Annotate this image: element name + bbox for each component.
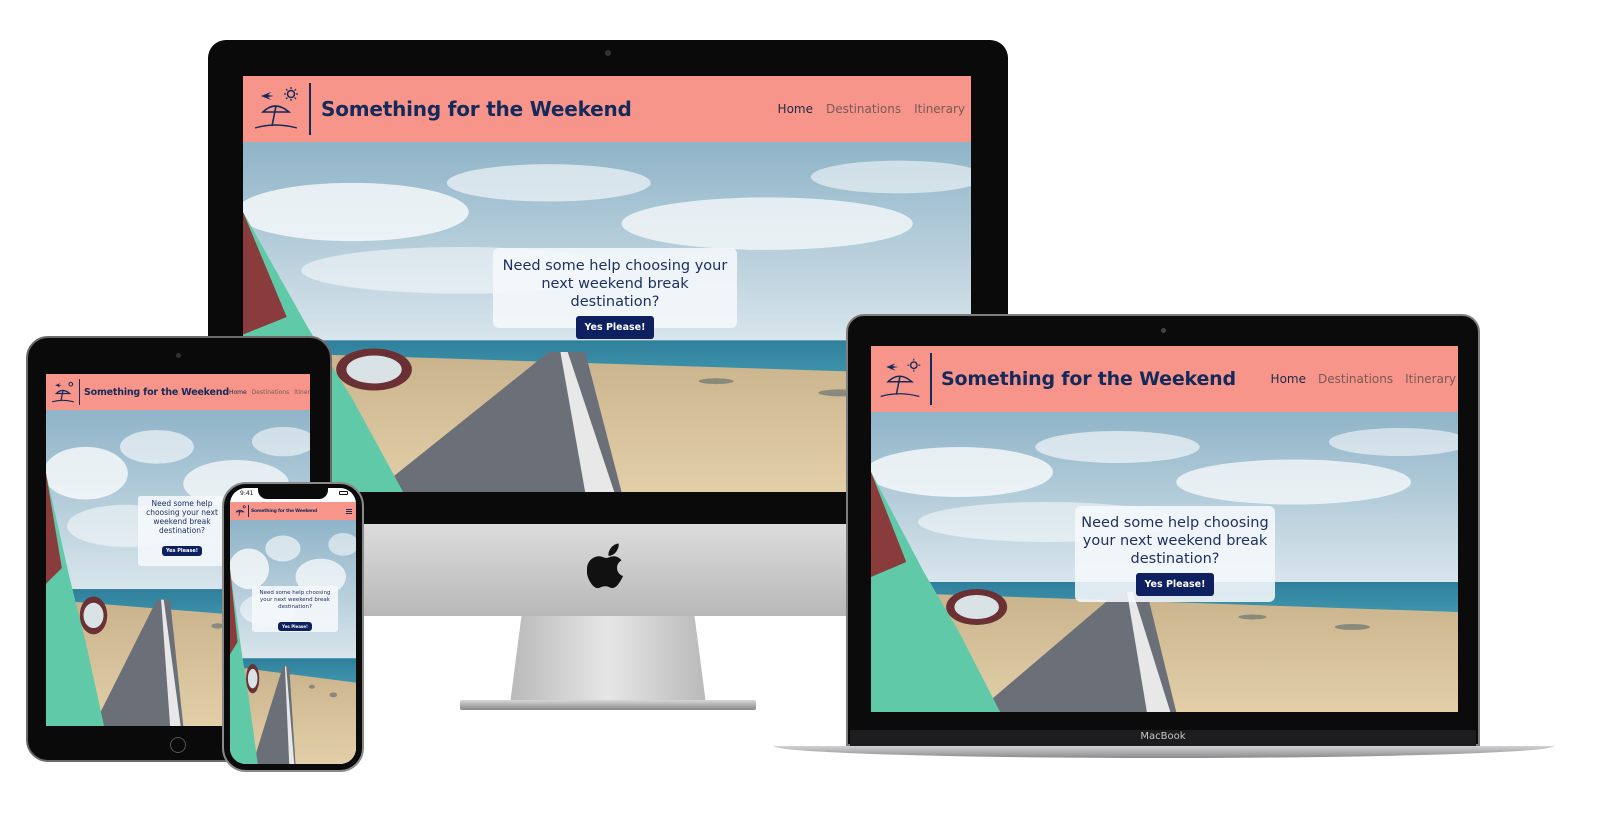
apple-logo-icon	[587, 543, 623, 589]
site-header: Something for the Weekend	[230, 502, 356, 520]
nav-destinations[interactable]: Destinations	[826, 102, 901, 116]
site-title: Something for the Weekend	[321, 97, 632, 121]
yes-please-button[interactable]: Yes Please!	[1135, 573, 1215, 596]
phone-website-screen: Something for the Weekend Need some help…	[230, 488, 356, 764]
brand-divider	[79, 379, 80, 405]
main-nav: Home Destinations Itinerary	[229, 389, 310, 396]
nav-itinerary[interactable]: Itinerary	[1405, 372, 1456, 386]
tablet-camera	[176, 353, 181, 358]
hero-question: Need some help choosing your next weeken…	[259, 590, 331, 610]
brand[interactable]: Something for the Weekend	[243, 76, 632, 142]
hero-question: Need some help choosing your next weeken…	[502, 258, 728, 310]
main-nav: Home Destinations Itinerary	[778, 102, 965, 116]
site-title: Something for the Weekend	[941, 368, 1236, 390]
phone-status-bar: 9:41	[232, 488, 354, 500]
beach-umbrella-logo-icon	[235, 505, 246, 516]
imac-camera	[605, 50, 611, 56]
macbook-label: MacBook	[1140, 731, 1186, 742]
imac-stand	[510, 614, 706, 704]
yes-please-button[interactable]: Yes Please!	[278, 622, 312, 631]
site-title: Something for the Weekend	[84, 386, 229, 398]
brand-divider	[930, 353, 932, 405]
hero-section: Need some help choosing your next weeken…	[871, 412, 1458, 712]
nav-destinations[interactable]: Destinations	[252, 389, 290, 396]
nav-home[interactable]: Home	[1271, 372, 1306, 386]
nav-destinations[interactable]: Destinations	[1318, 372, 1393, 386]
macbook-camera	[1161, 328, 1166, 333]
yes-please-button[interactable]: Yes Please!	[161, 546, 203, 556]
hero-cta-card: Need some help choosing your next weeken…	[493, 248, 737, 339]
hero-cta-card: Need some help choosing your next weeken…	[252, 586, 338, 632]
nav-home[interactable]: Home	[778, 102, 813, 116]
site-header: Something for the Weekend Home Destinati…	[243, 76, 971, 142]
nav-itinerary[interactable]: Itinerary	[294, 389, 310, 396]
beach-umbrella-logo-icon	[254, 87, 298, 129]
nav-home[interactable]: Home	[229, 389, 247, 396]
brand[interactable]: Something for the Weekend	[871, 346, 1236, 412]
brand[interactable]: Something for the Weekend	[46, 374, 229, 410]
hero-question: Need some help choosing your next weeken…	[1081, 515, 1269, 567]
tablet-home-button	[170, 737, 186, 753]
beach-umbrella-logo-icon	[880, 358, 921, 398]
brand-divider	[248, 505, 249, 517]
nav-itinerary[interactable]: Itinerary	[914, 102, 965, 116]
status-time: 9:41	[240, 490, 254, 497]
brand-divider	[309, 83, 311, 135]
hero-section: Need some help choosing your next weeken…	[230, 520, 356, 764]
hero-cta-card: Need some help choosing your next weeken…	[138, 496, 226, 566]
brand[interactable]: Something for the Weekend	[230, 502, 317, 520]
imac-foot	[460, 700, 756, 710]
hero-beach-image	[230, 520, 356, 764]
site-header: Something for the Weekend Home Destinati…	[871, 346, 1458, 412]
hero-cta-card: Need some help choosing your next weeken…	[1075, 506, 1275, 602]
site-header: Something for the Weekend Home Destinati…	[46, 374, 310, 410]
hamburger-menu-icon[interactable]	[346, 508, 352, 514]
main-nav: Home Destinations Itinerary	[1271, 372, 1456, 386]
battery-icon	[339, 491, 348, 495]
beach-umbrella-logo-icon	[51, 381, 75, 403]
macbook-website-screen: Something for the Weekend Home Destinati…	[871, 346, 1458, 712]
hero-question: Need some help choosing your next weeken…	[146, 499, 218, 535]
macbook-base	[774, 746, 1554, 758]
site-title: Something for the Weekend	[251, 508, 318, 514]
yes-please-button[interactable]: Yes Please!	[575, 316, 655, 339]
